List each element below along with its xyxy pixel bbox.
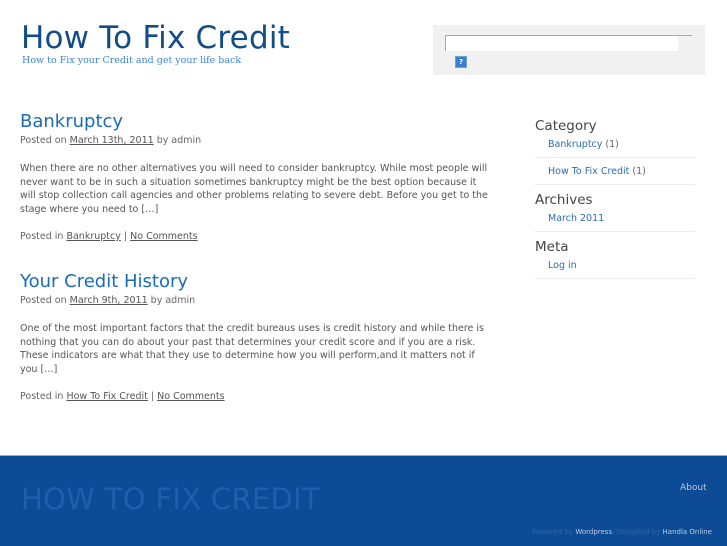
archives-widget: Archives March 2011 — [535, 190, 695, 232]
posted-in-label: Posted in — [20, 230, 64, 242]
designed-by-label: . Designed by — [612, 528, 661, 536]
footer: HOW TO FIX CREDIT About Powered by Wordp… — [0, 455, 727, 546]
archive-item: March 2011 — [535, 210, 695, 232]
post-meta: Posted on March 13th, 2011 by admin — [20, 134, 500, 148]
category-link-how-to-fix-credit[interactable]: How To Fix Credit — [548, 166, 629, 177]
post-meta-prefix: Posted on — [20, 135, 67, 146]
powered-by-label: Powered by — [532, 528, 574, 536]
post-date-link[interactable]: March 9th, 2011 — [70, 295, 148, 306]
meta-item: Log in — [535, 257, 695, 279]
archive-link-march-2011[interactable]: March 2011 — [548, 213, 604, 224]
post-excerpt: One of the most important factors that t… — [20, 323, 485, 376]
widget-title-archives: Archives — [535, 192, 593, 208]
post-meta-prefix: Posted on — [20, 295, 67, 306]
search-panel: ? — [433, 25, 705, 75]
post-date-link[interactable]: March 13th, 2011 — [70, 135, 154, 146]
designer-link[interactable]: Handla Online — [663, 528, 712, 536]
separator: | — [123, 230, 128, 242]
posted-in-label: Posted in — [20, 390, 64, 402]
post-comments-link[interactable]: No Comments — [130, 231, 197, 242]
category-link-bankruptcy[interactable]: Bankruptcy — [548, 139, 602, 150]
category-count: (1) — [605, 139, 619, 150]
search-submit-icon[interactable]: ? — [455, 56, 467, 68]
post-comments-link[interactable]: No Comments — [157, 391, 224, 402]
footer-about-link[interactable]: About — [680, 483, 707, 493]
post-category-link[interactable]: How To Fix Credit — [66, 391, 147, 402]
sidebar: Category Bankruptcy (1) How To Fix Credi… — [535, 116, 695, 284]
post-title-link[interactable]: Bankruptcy — [20, 110, 500, 134]
post-footer: Posted in Bankruptcy | No Comments — [20, 230, 500, 244]
post-author: by admin — [150, 295, 196, 306]
site-tagline: How to Fix your Credit and get your life… — [22, 55, 242, 66]
post-footer: Posted in How To Fix Credit | No Comment… — [20, 390, 500, 404]
search-input[interactable] — [445, 35, 678, 51]
site-title[interactable]: How To Fix Credit — [21, 18, 290, 58]
post-category-link[interactable]: Bankruptcy — [66, 231, 120, 242]
category-widget: Category Bankruptcy (1) How To Fix Credi… — [535, 116, 695, 185]
category-item: Bankruptcy (1) — [535, 136, 695, 158]
meta-widget: Meta Log in — [535, 237, 695, 279]
separator: | — [150, 390, 155, 402]
login-link[interactable]: Log in — [548, 260, 577, 271]
post-title-link[interactable]: Your Credit History — [20, 270, 500, 294]
search-input-border — [678, 35, 692, 36]
footer-site-title: HOW TO FIX CREDIT — [21, 482, 321, 516]
post-author: by admin — [156, 135, 202, 146]
wordpress-link[interactable]: Wordpress — [575, 528, 612, 536]
post-meta: Posted on March 9th, 2011 by admin — [20, 294, 500, 308]
post-item: Bankruptcy Posted on March 13th, 2011 by… — [20, 110, 500, 244]
post-item: Your Credit History Posted on March 9th,… — [20, 270, 500, 404]
category-count: (1) — [632, 166, 646, 177]
widget-title-meta: Meta — [535, 239, 569, 255]
widget-title-category: Category — [535, 118, 597, 134]
footer-credits: Powered by Wordpress. Designed by Handla… — [533, 528, 712, 536]
post-excerpt: When there are no other alternatives you… — [20, 163, 488, 216]
category-item: How To Fix Credit (1) — [535, 163, 695, 185]
